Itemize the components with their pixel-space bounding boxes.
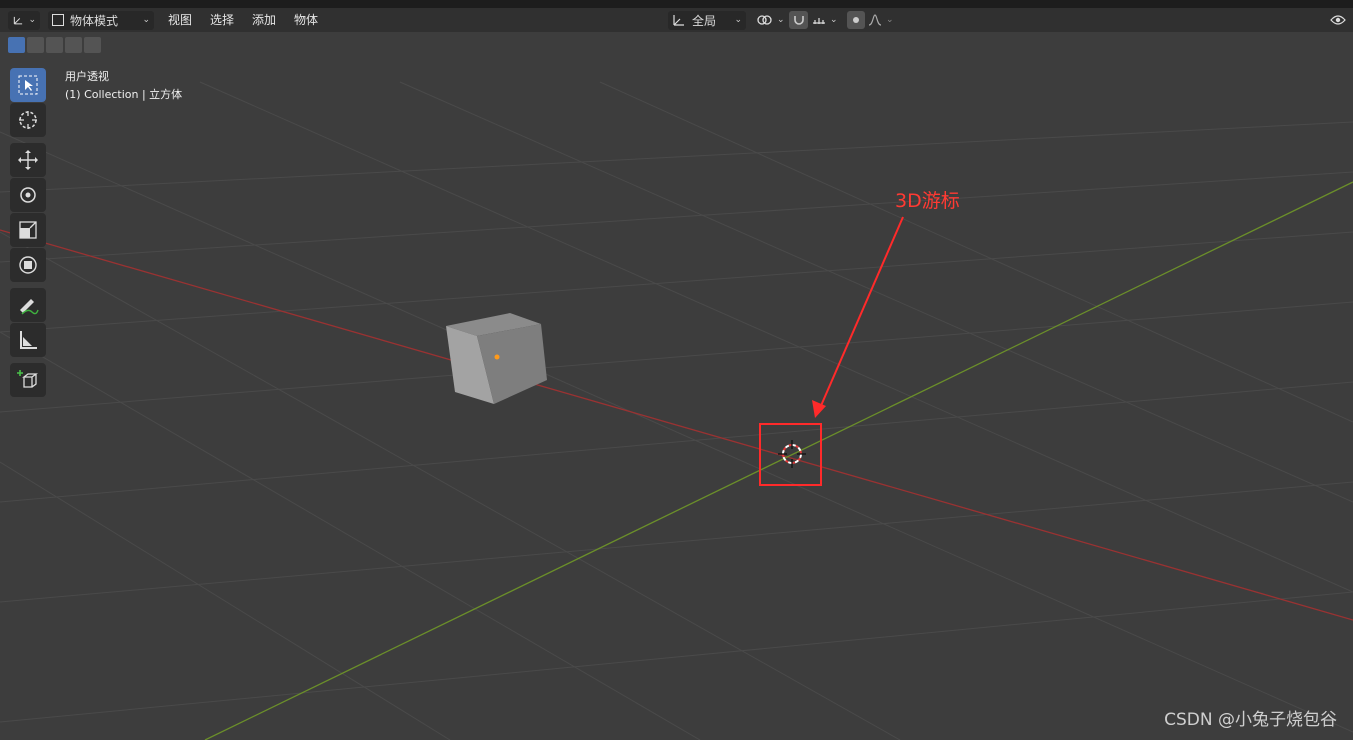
select-box-tool[interactable] bbox=[10, 68, 46, 102]
y-axis-line bbox=[204, 181, 1353, 740]
select-new-icon[interactable] bbox=[8, 37, 25, 53]
transform-orientation-dropdown[interactable]: 全局 ⌄ bbox=[668, 10, 746, 30]
falloff-dropdown[interactable]: ⌄ bbox=[868, 11, 896, 30]
snap-target-dropdown[interactable]: ⌄ bbox=[812, 11, 842, 30]
orientation-label: 全局 bbox=[692, 13, 717, 28]
select-intersect-icon[interactable] bbox=[84, 37, 101, 53]
header-menu: 视图 选择 添加 物体 bbox=[159, 10, 327, 30]
measure-tool[interactable] bbox=[10, 323, 46, 357]
viewport-header: ⌄ 物体模式 ⌄ 视图 选择 添加 物体 全局 ⌄ ⌄ ⌄ ⌄ bbox=[0, 8, 1353, 32]
orientation-icon bbox=[673, 15, 684, 26]
annotation-arrow bbox=[819, 216, 904, 409]
measure-icon bbox=[20, 331, 37, 349]
proportional-edit-toggle[interactable] bbox=[847, 11, 865, 29]
view-name: 用户透视 bbox=[65, 70, 109, 83]
select-box-icon bbox=[18, 75, 38, 95]
select-subtract-icon[interactable] bbox=[46, 37, 63, 53]
tool-shelf bbox=[10, 68, 47, 398]
3d-viewport[interactable]: 用户透视 (1) Collection | 立方体 bbox=[0, 32, 1353, 740]
move-tool[interactable] bbox=[10, 143, 46, 177]
menu-select[interactable]: 选择 bbox=[201, 10, 243, 30]
annotate-icon bbox=[20, 299, 39, 315]
top-menu-strip bbox=[0, 0, 1353, 8]
x-axis-line bbox=[0, 229, 1353, 621]
scale-icon bbox=[19, 221, 37, 239]
editor-type-selector[interactable]: ⌄ bbox=[8, 10, 40, 30]
mode-label: 物体模式 bbox=[70, 13, 119, 28]
eye-icon bbox=[1330, 15, 1346, 25]
select-extend-icon[interactable] bbox=[27, 37, 44, 53]
proportional-dot-icon bbox=[853, 17, 859, 23]
add-cube-icon bbox=[17, 370, 38, 388]
grid-floor bbox=[0, 81, 1353, 740]
cursor-icon bbox=[19, 111, 37, 129]
transform-tool[interactable] bbox=[10, 248, 46, 282]
menu-add[interactable]: 添加 bbox=[243, 10, 285, 30]
link-icon bbox=[757, 15, 772, 25]
selection-mode-group bbox=[8, 37, 101, 53]
move-icon bbox=[18, 150, 38, 170]
add-cube-tool[interactable] bbox=[10, 363, 46, 397]
rotate-icon bbox=[20, 187, 36, 203]
cursor-tool[interactable] bbox=[10, 103, 46, 137]
magnet-icon bbox=[793, 16, 804, 25]
transform-icon bbox=[19, 256, 37, 274]
select-invert-icon[interactable] bbox=[65, 37, 82, 53]
collection-info: (1) Collection | 立方体 bbox=[65, 88, 183, 101]
menu-object[interactable]: 物体 bbox=[285, 10, 327, 30]
snap-toggle[interactable] bbox=[789, 11, 808, 29]
annotation-box bbox=[759, 423, 822, 486]
falloff-curve-icon bbox=[868, 14, 882, 26]
annotate-tool[interactable] bbox=[10, 288, 46, 322]
viewport-grid-svg bbox=[0, 81, 1353, 740]
pivot-point-dropdown[interactable]: ⌄ bbox=[757, 11, 785, 30]
menu-view[interactable]: 视图 bbox=[159, 10, 201, 30]
axes-editor-icon bbox=[13, 16, 23, 25]
rotate-tool[interactable] bbox=[10, 178, 46, 212]
snap-grid-icon bbox=[813, 18, 825, 24]
scale-tool[interactable] bbox=[10, 213, 46, 247]
watermark: CSDN @小兔子烧包谷 bbox=[1164, 710, 1337, 730]
annotation-arrowhead bbox=[812, 400, 826, 418]
object-mode-icon bbox=[52, 14, 64, 26]
annotation-label: 3D游标 bbox=[895, 190, 960, 212]
cube-object[interactable] bbox=[446, 313, 547, 404]
visibility-dropdown[interactable] bbox=[1330, 11, 1353, 30]
mode-dropdown[interactable]: 物体模式 ⌄ bbox=[48, 10, 154, 30]
